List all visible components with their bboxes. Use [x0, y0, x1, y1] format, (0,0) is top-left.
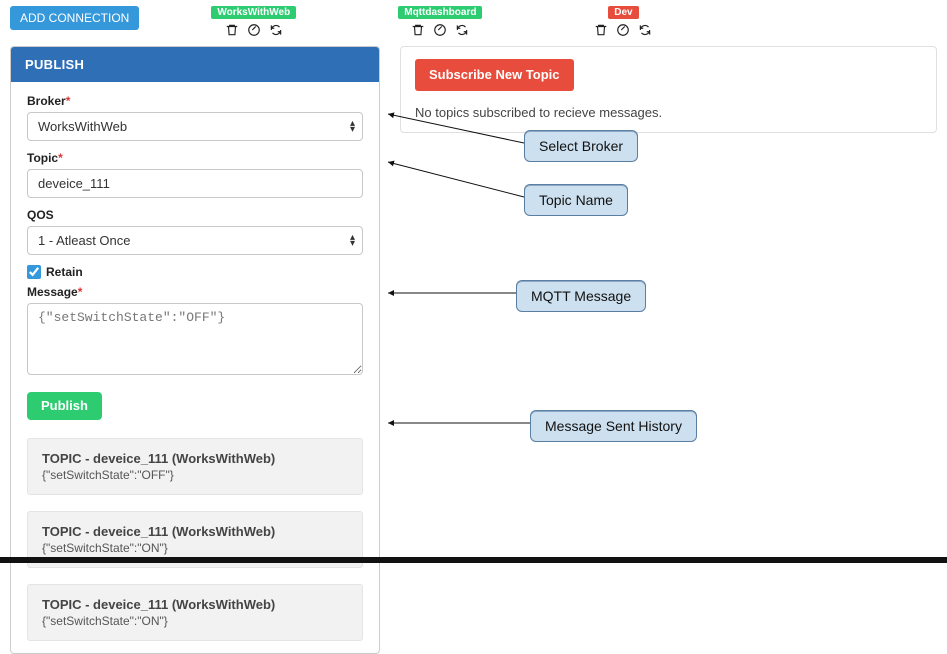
- history-title: TOPIC - deveice_111 (WorksWithWeb): [42, 451, 348, 466]
- qos-label: QOS: [27, 208, 363, 222]
- retain-label: Retain: [46, 265, 83, 279]
- annotation-mqtt-message: MQTT Message: [516, 280, 646, 312]
- top-bar: ADD CONNECTION WorksWithWeb Mqttdashboar…: [0, 0, 947, 46]
- history-item: TOPIC - deveice_111 (WorksWithWeb) {"set…: [27, 438, 363, 495]
- connection-badge: Dev: [608, 6, 638, 19]
- edit-icon[interactable]: [433, 23, 447, 40]
- publish-button[interactable]: Publish: [27, 392, 102, 420]
- connection-badge: WorksWithWeb: [211, 6, 296, 19]
- subscribe-panel: Subscribe New Topic No topics subscribed…: [400, 46, 937, 133]
- edit-icon[interactable]: [247, 23, 261, 40]
- message-textarea[interactable]: {"setSwitchState":"OFF"}: [27, 303, 363, 375]
- connection-works: WorksWithWeb: [211, 6, 296, 40]
- history-title: TOPIC - deveice_111 (WorksWithWeb): [42, 524, 348, 539]
- no-topics-text: No topics subscribed to recieve messages…: [415, 105, 922, 120]
- add-connection-button[interactable]: ADD CONNECTION: [10, 6, 139, 30]
- message-label: Message*: [27, 285, 363, 299]
- annotation-topic-name: Topic Name: [524, 184, 628, 216]
- refresh-icon[interactable]: [638, 23, 652, 40]
- trash-icon[interactable]: [594, 23, 608, 40]
- panel-header: PUBLISH: [11, 47, 379, 82]
- history-title: TOPIC - deveice_111 (WorksWithWeb): [42, 597, 348, 612]
- refresh-icon[interactable]: [455, 23, 469, 40]
- history-payload: {"setSwitchState":"ON"}: [42, 541, 348, 555]
- retain-checkbox[interactable]: [27, 265, 41, 279]
- bottom-bar: [0, 557, 947, 563]
- topic-label: Topic*: [27, 151, 363, 165]
- history-list: TOPIC - deveice_111 (WorksWithWeb) {"set…: [27, 438, 363, 641]
- trash-icon[interactable]: [411, 23, 425, 40]
- connection-badge: Mqttdashboard: [398, 6, 482, 19]
- trash-icon[interactable]: [225, 23, 239, 40]
- subscribe-new-topic-button[interactable]: Subscribe New Topic: [415, 59, 574, 91]
- annotation-select-broker: Select Broker: [524, 130, 638, 162]
- qos-select[interactable]: 1 - Atleast Once: [27, 226, 363, 255]
- broker-select[interactable]: WorksWithWeb: [27, 112, 363, 141]
- annotation-message-history: Message Sent History: [530, 410, 697, 442]
- history-payload: {"setSwitchState":"ON"}: [42, 614, 348, 628]
- history-payload: {"setSwitchState":"OFF"}: [42, 468, 348, 482]
- connection-mqttdashboard: Mqttdashboard: [398, 6, 482, 40]
- refresh-icon[interactable]: [269, 23, 283, 40]
- connection-dev: Dev: [594, 6, 652, 40]
- history-item: TOPIC - deveice_111 (WorksWithWeb) {"set…: [27, 584, 363, 641]
- topic-input[interactable]: [27, 169, 363, 198]
- broker-label: Broker*: [27, 94, 363, 108]
- edit-icon[interactable]: [616, 23, 630, 40]
